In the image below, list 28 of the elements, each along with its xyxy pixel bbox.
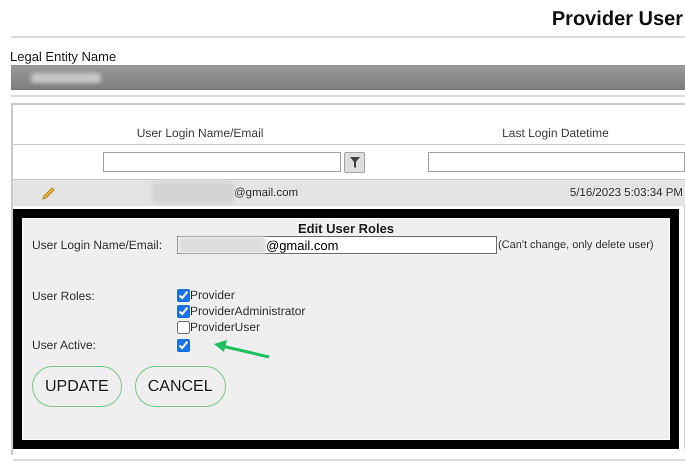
blurred-text bbox=[31, 72, 101, 82]
role-checkbox[interactable] bbox=[177, 320, 190, 334]
pencil-icon[interactable] bbox=[41, 185, 57, 201]
column-header[interactable]: Last Login Datetime bbox=[502, 126, 685, 140]
update-button[interactable]: UPDATE bbox=[32, 366, 122, 407]
field-label: User Login Name/Email: bbox=[32, 238, 164, 252]
filter-button[interactable] bbox=[344, 152, 366, 172]
role-checkbox[interactable] bbox=[177, 288, 190, 302]
role-label: ProviderUser bbox=[190, 320, 260, 334]
field-label: User Active: bbox=[32, 338, 98, 352]
column-header[interactable]: User Login Name/Email bbox=[13, 126, 388, 140]
active-checkbox[interactable] bbox=[177, 338, 190, 352]
role-checkbox[interactable] bbox=[177, 304, 190, 318]
field-label: User Roles: bbox=[32, 289, 96, 303]
field-label: Legal Entity Name bbox=[10, 49, 118, 65]
page-title: Provider User bbox=[550, 7, 684, 32]
table-cell: @gmail.com bbox=[234, 187, 298, 199]
filter-field[interactable] bbox=[103, 152, 341, 172]
role-label: Provider bbox=[190, 288, 235, 302]
field-note: (Can't change, only delete user) bbox=[498, 239, 654, 251]
filter-icon bbox=[350, 156, 360, 168]
filter-field[interactable] bbox=[428, 152, 685, 172]
email-field: @gmail.com bbox=[177, 236, 497, 254]
pointer-arrow bbox=[212, 340, 272, 360]
role-label: ProviderAdministrator bbox=[190, 304, 306, 318]
cancel-button[interactable]: CANCEL bbox=[134, 366, 226, 407]
panel-title: Edit User Roles bbox=[296, 221, 396, 236]
table-cell: 5/16/2023 5:03:34 PM bbox=[570, 187, 683, 199]
